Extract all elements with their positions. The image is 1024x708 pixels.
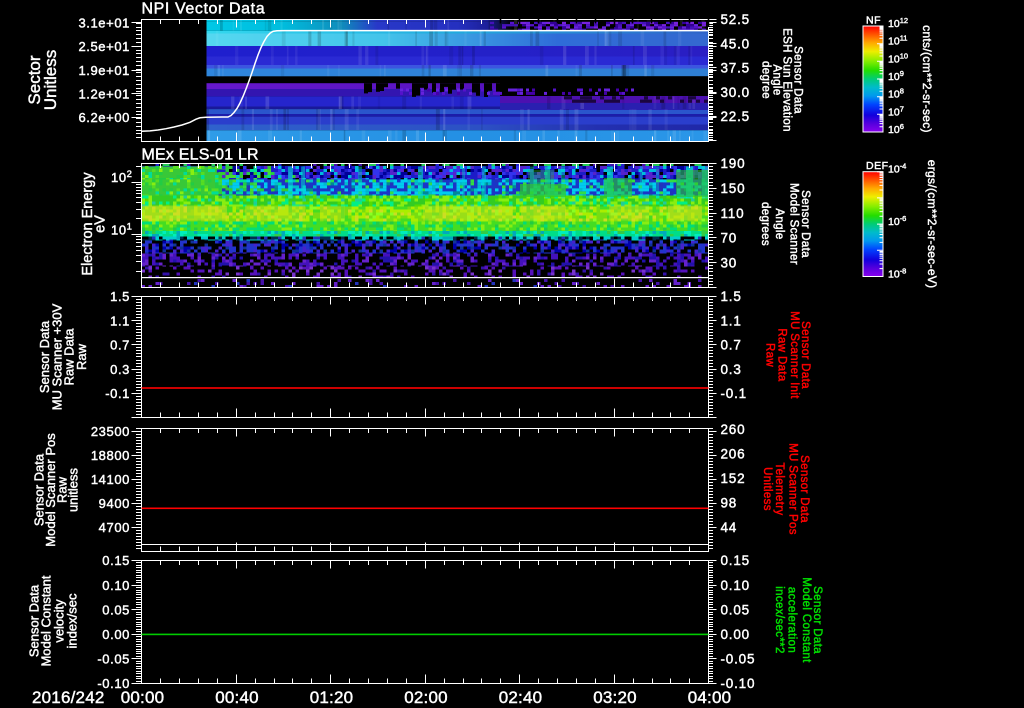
svg-text:01:20: 01:20: [310, 688, 354, 707]
svg-text:190: 190: [721, 156, 746, 171]
svg-text:-0.05: -0.05: [97, 652, 130, 667]
svg-text:0.7: 0.7: [721, 338, 742, 353]
svg-text:1.5: 1.5: [110, 289, 130, 304]
svg-text:Raw Data: Raw Data: [776, 328, 788, 382]
svg-text:1.2e+01: 1.2e+01: [78, 86, 130, 101]
svg-text:-0.10: -0.10: [97, 676, 130, 691]
svg-text:260: 260: [721, 422, 746, 437]
svg-text:Model Scanner: Model Scanner: [787, 183, 799, 265]
svg-text:-0.10: -0.10: [721, 676, 756, 691]
svg-text:-0.1: -0.1: [105, 386, 130, 401]
svg-text:02:00: 02:00: [404, 688, 448, 707]
svg-text:-0.1: -0.1: [721, 386, 747, 401]
svg-text:degrees: degrees: [759, 202, 771, 246]
svg-text:9400: 9400: [99, 496, 130, 511]
svg-text:3.1e+01: 3.1e+01: [78, 16, 130, 31]
svg-text:44: 44: [721, 520, 738, 535]
svg-text:Telemetry: Telemetry: [773, 463, 785, 516]
svg-text:1.9e+01: 1.9e+01: [78, 63, 130, 78]
svg-text:1.1: 1.1: [110, 313, 130, 328]
svg-text:70: 70: [721, 231, 738, 246]
svg-text:incex/sec**2: incex/sec**2: [773, 586, 785, 653]
svg-text:MU Scanner Pos: MU Scanner Pos: [786, 443, 798, 535]
svg-text:0.10: 0.10: [102, 578, 130, 593]
svg-text:Sensor Data: Sensor Data: [798, 455, 810, 523]
svg-text:14100: 14100: [91, 472, 130, 487]
svg-text:0.05: 0.05: [721, 602, 750, 617]
svg-text:MEx ELS-01 LR: MEx ELS-01 LR: [142, 147, 259, 164]
svg-text:03:20: 03:20: [593, 688, 637, 707]
svg-text:NPI Vector Data: NPI Vector Data: [142, 1, 266, 18]
svg-text:NF: NF: [866, 15, 881, 27]
svg-text:ergs/(cm**2-sr-sec-eV): ergs/(cm**2-sr-sec-eV): [925, 160, 939, 289]
svg-text:Unitless: Unitless: [41, 50, 60, 110]
svg-text:Angle: Angle: [773, 208, 785, 239]
svg-text:23500: 23500: [91, 424, 130, 439]
svg-text:98: 98: [721, 495, 738, 510]
svg-text:-0.05: -0.05: [721, 652, 756, 667]
svg-text:Raw: Raw: [74, 343, 89, 370]
svg-text:0.15: 0.15: [102, 553, 130, 568]
svg-text:206: 206: [721, 447, 746, 462]
svg-text:degree: degree: [759, 61, 771, 99]
svg-text:30.0: 30.0: [721, 85, 750, 100]
svg-text:DEF: DEF: [866, 160, 889, 172]
svg-text:0.00: 0.00: [721, 627, 750, 642]
svg-text:152: 152: [721, 471, 746, 486]
svg-text:1.5: 1.5: [721, 289, 742, 304]
svg-text:6.2e+00: 6.2e+00: [78, 110, 130, 125]
svg-text:0.05: 0.05: [102, 602, 130, 617]
svg-text:0.3: 0.3: [721, 362, 742, 377]
svg-text:52.5: 52.5: [721, 12, 750, 27]
svg-text:1.1: 1.1: [721, 313, 742, 328]
svg-text:2.5e+01: 2.5e+01: [78, 39, 130, 54]
svg-text:Model Constant: Model Constant: [800, 577, 812, 663]
svg-text:45.0: 45.0: [721, 36, 750, 51]
svg-text:Sensor Data: Sensor Data: [799, 190, 811, 258]
svg-text:4700: 4700: [99, 520, 130, 535]
svg-text:18800: 18800: [91, 448, 130, 463]
svg-text:Unitless: Unitless: [761, 467, 773, 511]
svg-text:index/sec: index/sec: [65, 593, 80, 648]
svg-text:cnts/(cm**2-sr-sec): cnts/(cm**2-sr-sec): [920, 25, 934, 133]
svg-text:MU Scanner Init: MU Scanner Init: [788, 311, 800, 399]
svg-text:acceleration: acceleration: [786, 587, 798, 653]
svg-text:0.10: 0.10: [721, 578, 750, 593]
svg-text:0.7: 0.7: [110, 338, 130, 353]
svg-text:110: 110: [721, 206, 745, 221]
svg-text:0.15: 0.15: [721, 553, 750, 568]
svg-text:Raw: Raw: [764, 343, 776, 367]
svg-text:unitless: unitless: [66, 467, 81, 512]
svg-text:37.5: 37.5: [721, 61, 750, 76]
svg-text:22.5: 22.5: [721, 109, 750, 124]
svg-text:0.3: 0.3: [110, 362, 130, 377]
svg-text:2016/242: 2016/242: [32, 688, 105, 707]
svg-text:150: 150: [721, 181, 746, 196]
svg-text:00:40: 00:40: [215, 688, 259, 707]
svg-text:eV: eV: [93, 215, 109, 233]
svg-text:0.00: 0.00: [102, 627, 130, 642]
svg-text:02:40: 02:40: [499, 688, 543, 707]
svg-text:30: 30: [721, 255, 738, 270]
